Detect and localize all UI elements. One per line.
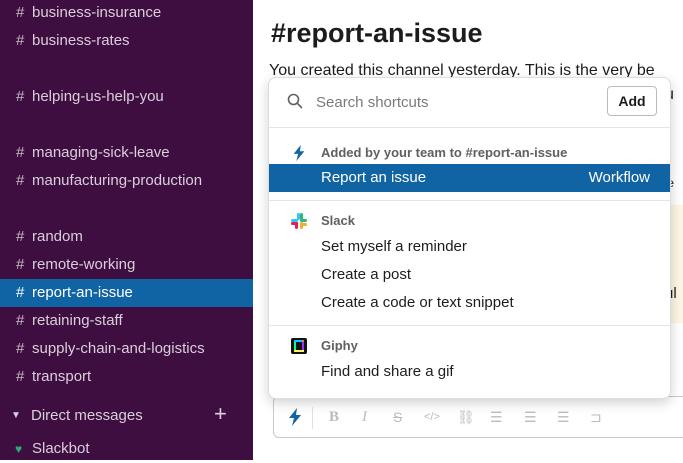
sidebar: # business-insurance # business-rates # hel…: [0, 0, 253, 460]
toolbar-divider: [312, 407, 313, 429]
ordered-list-icon[interactable]: ☰: [490, 409, 503, 426]
sidebar-item-label: helping-us-help-you: [32, 88, 164, 105]
sidebar-item-label: random: [32, 228, 83, 245]
sidebar-item-manufacturing-production[interactable]: # manufacturing-production: [0, 167, 253, 195]
bolt-icon: [293, 145, 305, 161]
hash-icon: #: [16, 32, 25, 49]
italic-icon[interactable]: I: [362, 409, 367, 426]
section-title: Giphy: [321, 338, 358, 353]
divider: [269, 325, 670, 326]
bold-icon[interactable]: B: [329, 409, 339, 426]
sidebar-item-helping-us-help-you[interactable]: # helping-us-help-you: [0, 83, 253, 111]
direct-messages-header[interactable]: ▼ Direct messages +: [0, 400, 253, 430]
sidebar-item-label: business-rates: [32, 32, 130, 49]
shortcut-create-snippet[interactable]: Create a code or text snippet: [269, 289, 670, 317]
shortcut-label: Set myself a reminder: [321, 238, 467, 255]
search-icon: [287, 93, 303, 109]
divider: [269, 200, 670, 201]
sidebar-item-label: transport: [32, 368, 92, 385]
hash-icon: #: [16, 256, 25, 273]
strikethrough-icon[interactable]: S: [393, 409, 402, 425]
shortcut-report-an-issue[interactable]: Report an issue Workflow: [269, 164, 670, 192]
sidebar-item-business-rates[interactable]: # business-rates: [0, 27, 253, 55]
hash-icon: #: [16, 88, 25, 105]
caret-down-icon[interactable]: ▼: [11, 402, 21, 430]
section-title: Slack: [321, 213, 355, 228]
shortcut-set-reminder[interactable]: Set myself a reminder: [269, 233, 670, 261]
shortcut-label: Create a post: [321, 266, 412, 283]
bulleted-list-icon[interactable]: ☰: [524, 409, 537, 426]
shortcut-label: Report an issue: [321, 169, 427, 186]
slack-logo-icon: [291, 213, 307, 229]
section-header-slack: Slack: [269, 210, 670, 232]
sidebar-item-label: remote-working: [32, 256, 136, 273]
giphy-logo-icon: [291, 338, 307, 354]
sidebar-item-label: Slackbot: [32, 440, 90, 457]
search-input[interactable]: [316, 91, 596, 113]
page-title: #report-an-issue: [271, 18, 483, 48]
sidebar-item-label: business-insurance: [32, 4, 162, 21]
hash-icon: #: [16, 312, 25, 329]
direct-messages-label: Direct messages: [31, 407, 143, 424]
sidebar-item-label: managing-sick-leave: [32, 144, 170, 161]
sidebar-item-label: supply-chain-and-logistics: [32, 340, 205, 357]
section-header-giphy: Giphy: [269, 335, 670, 357]
sidebar-item-report-an-issue[interactable]: # report-an-issue: [0, 279, 253, 307]
add-direct-message-button[interactable]: +: [214, 400, 227, 428]
shortcuts-search-row: Add: [269, 78, 670, 128]
message-composer[interactable]: B I S </> ⛓ ☰ ☰ ☰ ⊐: [273, 396, 683, 438]
add-shortcut-button[interactable]: Add: [607, 86, 657, 116]
sidebar-item-label: report-an-issue: [32, 284, 133, 301]
hash-icon: #: [16, 368, 25, 385]
shortcut-label: Create a code or text snippet: [321, 294, 514, 311]
hash-icon: #: [16, 228, 25, 245]
section-title: Added by your team to #report-an-issue: [321, 145, 568, 160]
heart-icon: ♥: [15, 442, 23, 456]
code-icon[interactable]: </>: [424, 411, 440, 423]
indent-icon[interactable]: ☰: [557, 409, 570, 426]
sidebar-item-supply-chain-and-logistics[interactable]: # supply-chain-and-logistics: [0, 335, 253, 363]
shortcuts-menu: Add Added by your team to #report-an-iss…: [268, 77, 671, 399]
sidebar-item-label: manufacturing-production: [32, 172, 203, 189]
shortcut-create-post[interactable]: Create a post: [269, 261, 670, 289]
sidebar-item-transport[interactable]: # transport: [0, 363, 253, 391]
hash-icon: #: [16, 4, 25, 21]
shortcut-label: Find and share a gif: [321, 363, 454, 380]
sidebar-item-slackbot[interactable]: ♥ Slackbot: [0, 435, 253, 463]
bolt-icon[interactable]: [288, 408, 302, 426]
hash-icon: #: [16, 340, 25, 357]
code-block-icon[interactable]: ⊐: [590, 409, 602, 426]
shortcut-find-gif[interactable]: Find and share a gif: [269, 358, 670, 386]
link-icon[interactable]: ⛓: [457, 409, 475, 426]
sidebar-item-random[interactable]: # random: [0, 223, 253, 251]
hash-icon: #: [16, 284, 25, 301]
sidebar-item-retaining-staff[interactable]: # retaining-staff: [0, 307, 253, 335]
shortcut-type-label: Workflow: [588, 169, 650, 186]
sidebar-item-label: retaining-staff: [32, 312, 123, 329]
section-header-team: Added by your team to #report-an-issue: [269, 142, 670, 164]
sidebar-item-remote-working[interactable]: # remote-working: [0, 251, 253, 279]
hash-icon: #: [16, 172, 25, 189]
sidebar-item-managing-sick-leave[interactable]: # managing-sick-leave: [0, 139, 253, 167]
hash-icon: #: [16, 144, 25, 161]
sidebar-item-business-insurance[interactable]: # business-insurance: [0, 0, 253, 27]
